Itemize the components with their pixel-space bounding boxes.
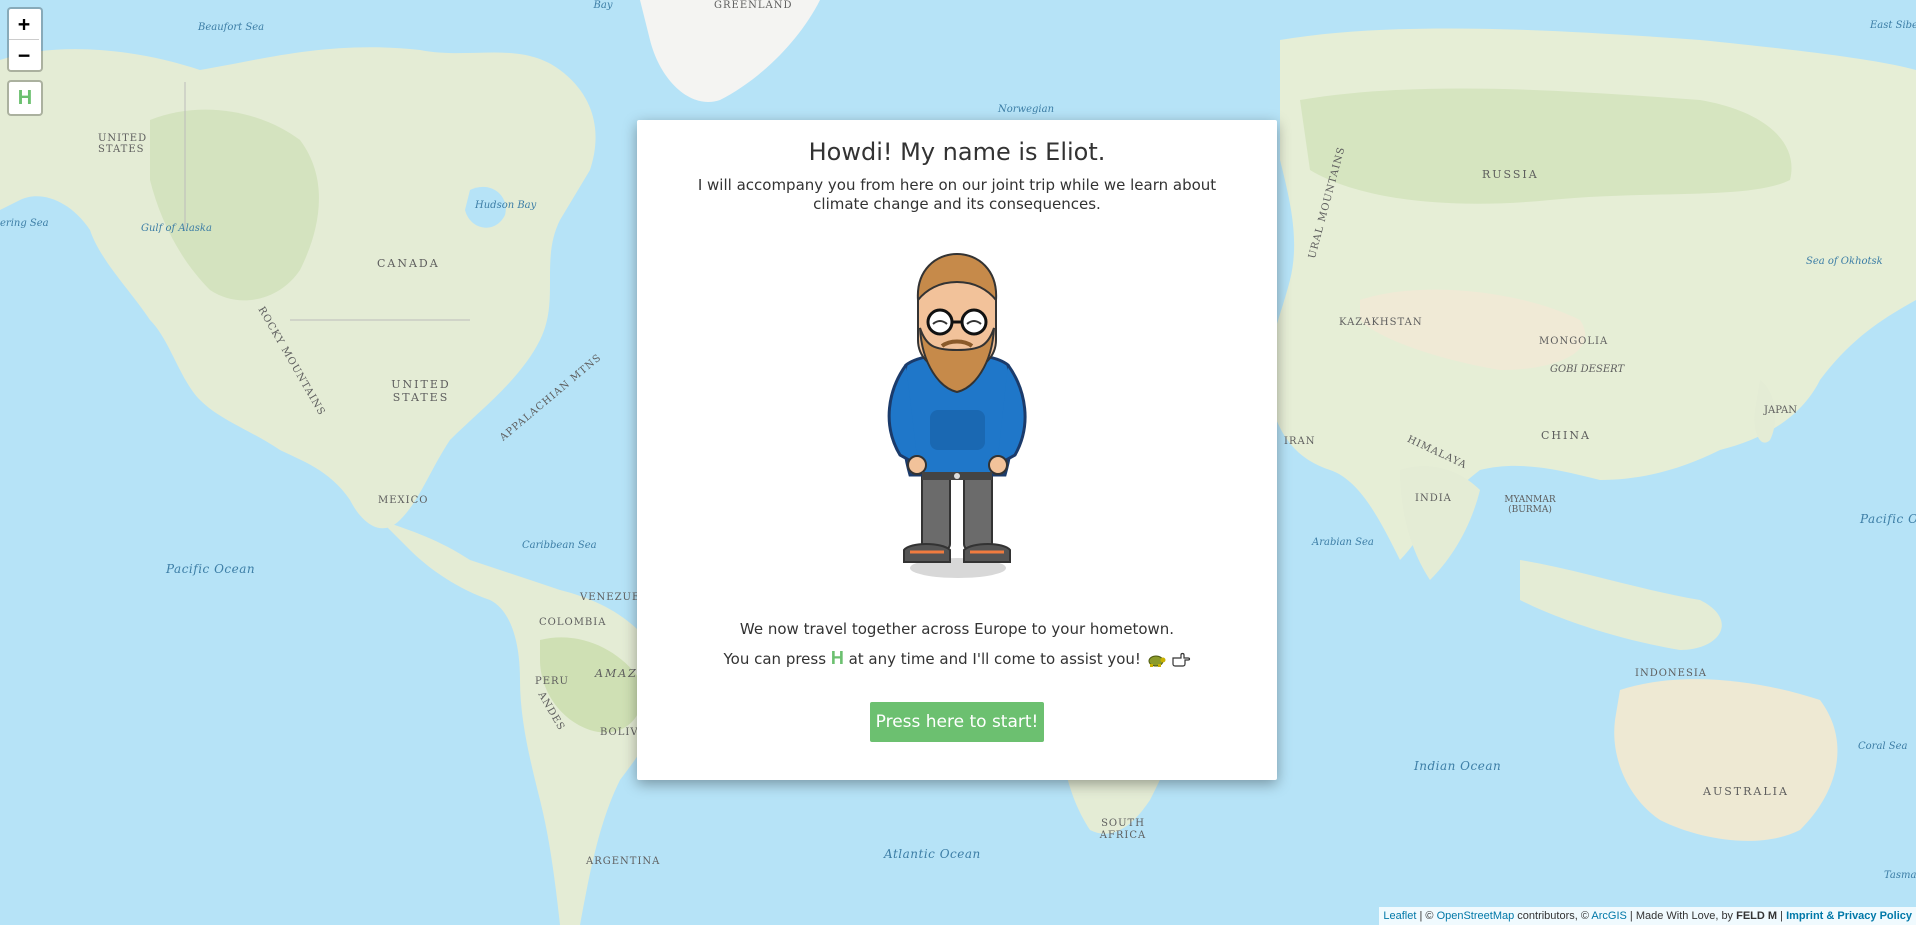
map-label-peru: PERU <box>535 676 569 687</box>
map-label-australia: AUSTRALIA <box>1703 785 1789 798</box>
attribution-author: FELD M <box>1736 910 1778 922</box>
map-label-china: CHINA <box>1541 429 1591 442</box>
map-label-united-states-alaska: UNITED STATES <box>98 133 148 155</box>
map-label-india: INDIA <box>1415 493 1452 504</box>
map-label-colombia: COLOMBIA <box>539 617 607 628</box>
modal-intro: I will accompany you from here on our jo… <box>697 176 1217 213</box>
map-label-united-states: UNITED STATES <box>391 378 451 404</box>
map-attribution: Leaflet | © OpenStreetMap contributors, … <box>1379 907 1916 925</box>
start-button[interactable]: Press here to start! <box>870 702 1044 742</box>
eliot-avatar <box>887 252 1027 578</box>
map-label-russia: RUSSIA <box>1482 168 1539 181</box>
map-label-pacific-ocean-west: Pacific Ocean <box>166 562 256 576</box>
map-label-greenland: GREENLAND <box>714 0 793 11</box>
imprint-link[interactable]: Imprint & Privacy Policy <box>1786 910 1912 922</box>
map-label-bering-sea: ering Sea <box>0 218 49 229</box>
map-label-canada: CANADA <box>377 257 440 270</box>
map-label-south-africa: SOUTH AFRICA <box>1099 818 1147 841</box>
map-label-iran: IRAN <box>1284 436 1316 447</box>
attribution-separator-2: | <box>1777 910 1787 922</box>
modal-help-hint: You can press H at any time and I'll com… <box>637 648 1277 669</box>
modal-travel-text: We now travel together across Europe to … <box>739 620 1175 638</box>
map-label-japan: JAPAN <box>1764 405 1798 416</box>
map-label-norwegian: Norwegian <box>997 104 1055 115</box>
turtle-icon <box>1148 655 1166 667</box>
attribution-contributors: contributors, © <box>1514 910 1592 922</box>
map-label-atlantic-ocean: Atlantic Ocean <box>884 847 981 861</box>
map-label-coral-sea: Coral Sea <box>1858 741 1908 752</box>
map-label-myanmar: MYANMAR (BURMA) <box>1504 495 1556 515</box>
map-label-bolivia: BOLIV <box>600 727 639 738</box>
map-label-argentina: ARGENTINA <box>586 856 661 867</box>
pointing-hand-icon <box>1171 652 1190 667</box>
map-label-mexico: MEXICO <box>378 495 429 506</box>
hint-text-after: at any time and I'll come to assist you! <box>843 650 1146 668</box>
map-label-hudson-bay: Hudson Bay <box>475 200 537 211</box>
map-label-arabian-sea: Arabian Sea <box>1312 537 1374 548</box>
help-button[interactable]: H <box>7 80 43 116</box>
map-label-gobi-desert: GOBI DESERT <box>1550 364 1625 375</box>
map-label-pacific-ocean-east: Pacific Ocean <box>1860 512 1916 526</box>
arcgis-link[interactable]: ArcGIS <box>1591 910 1626 922</box>
map-label-beaufort-sea: Beaufort Sea <box>198 22 265 33</box>
map-label-tasman: Tasmar <box>1884 870 1916 881</box>
leaflet-link[interactable]: Leaflet <box>1383 910 1416 922</box>
zoom-out-button[interactable]: − <box>9 40 39 70</box>
map-label-gulf-of-alaska: Gulf of Alaska <box>141 223 212 234</box>
map-label-indonesia: INDONESIA <box>1635 668 1707 679</box>
map-label-indian-ocean: Indian Ocean <box>1414 759 1502 773</box>
map-label-baffin-bay: Bay <box>593 0 613 11</box>
modal-title: Howdi! My name is Eliot. <box>808 138 1106 166</box>
map-label-sea-of-okhotsk: Sea of Okhotsk <box>1806 256 1883 267</box>
attribution-made-with: | Made With Love, by <box>1626 910 1737 922</box>
map-label-east-siberian-sea: East Siberian Sea <box>1870 20 1916 31</box>
attribution-separator: | © <box>1416 910 1437 922</box>
openstreetmap-link[interactable]: OpenStreetMap <box>1437 910 1515 922</box>
zoom-in-button[interactable]: + <box>9 9 39 40</box>
map-label-mongolia: MONGOLIA <box>1539 336 1609 347</box>
help-key-h: H <box>830 648 844 668</box>
map-label-kazakhstan: KAZAKHSTAN <box>1339 317 1423 328</box>
hint-text-before: You can press <box>723 650 831 668</box>
welcome-modal: Howdi! My name is Eliot. I will accompan… <box>637 120 1277 780</box>
map-label-caribbean-sea: Caribbean Sea <box>522 540 597 551</box>
zoom-control: + − <box>7 7 43 72</box>
